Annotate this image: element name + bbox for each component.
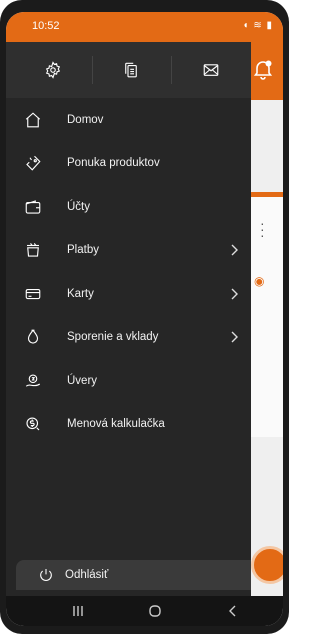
floating-action-button[interactable] [251, 546, 283, 584]
menu-item-label: Účty [67, 200, 90, 213]
settings-icon[interactable] [38, 56, 68, 84]
chevron-right-icon [231, 288, 238, 300]
notification-bell-icon[interactable] [251, 57, 275, 81]
status-time: 10:52 [32, 20, 60, 32]
documents-icon[interactable] [116, 56, 146, 84]
payments-icon [24, 241, 42, 259]
navigation-drawer: Domov Ponuka produktov Účty Platby Karty… [6, 42, 251, 596]
header-divider [171, 56, 172, 84]
menu-item-menova-kalkulacka[interactable]: Menová kalkulačka [6, 403, 251, 447]
menu-item-label: Domov [67, 113, 104, 126]
loan-icon [24, 372, 42, 390]
logout-button[interactable]: Odhlásiť [16, 560, 251, 590]
eye-icon[interactable]: ◉ [254, 274, 264, 288]
menu-item-domov[interactable]: Domov [6, 98, 251, 142]
system-navigation-bar [6, 596, 283, 626]
menu-item-karty[interactable]: Karty [6, 272, 251, 316]
device-frame: 10:52 ◖ ≋ ▮ · · · ◉ Domov Ponuka produkt… [0, 0, 289, 634]
menu-item-label: Sporenie a vklady [67, 331, 159, 344]
tag-icon [24, 154, 42, 172]
screen: 10:52 ◖ ≋ ▮ · · · ◉ Domov Ponuka produkt… [6, 12, 283, 626]
menu-item-platby[interactable]: Platby [6, 229, 251, 273]
chevron-right-icon [231, 331, 238, 343]
menu-item-label: Ponuka produktov [67, 157, 160, 170]
status-indicators: ◖ ≋ ▮ [242, 20, 273, 31]
drawer-menu: Domov Ponuka produktov Účty Platby Karty… [6, 98, 251, 446]
wallet-icon [24, 198, 42, 216]
header-divider [92, 56, 93, 84]
chevron-right-icon [231, 244, 238, 256]
logout-label: Odhlásiť [65, 569, 109, 581]
menu-item-sporenie-a-vklady[interactable]: Sporenie a vklady [6, 316, 251, 360]
menu-item-label: Úvery [67, 374, 98, 387]
home-icon[interactable] [145, 603, 165, 619]
menu-item-label: Menová kalkulačka [67, 418, 165, 431]
status-bar: 10:52 ◖ ≋ ▮ [6, 12, 283, 42]
menu-item-label: Karty [67, 287, 94, 300]
currency-calculator-icon [24, 415, 42, 433]
drawer-header [6, 42, 251, 98]
power-icon [40, 569, 52, 582]
more-options-icon[interactable]: · · · [260, 216, 265, 242]
savings-icon [24, 328, 42, 346]
home-icon [24, 111, 42, 129]
back-icon[interactable] [223, 603, 243, 619]
mail-icon[interactable] [196, 56, 226, 84]
menu-item-uvery[interactable]: Úvery [6, 359, 251, 403]
menu-item-ponuka-produktov[interactable]: Ponuka produktov [6, 142, 251, 186]
card-icon [24, 285, 42, 303]
menu-item-label: Platby [67, 244, 99, 257]
menu-item-ucty[interactable]: Účty [6, 185, 251, 229]
recents-icon[interactable] [68, 603, 88, 619]
